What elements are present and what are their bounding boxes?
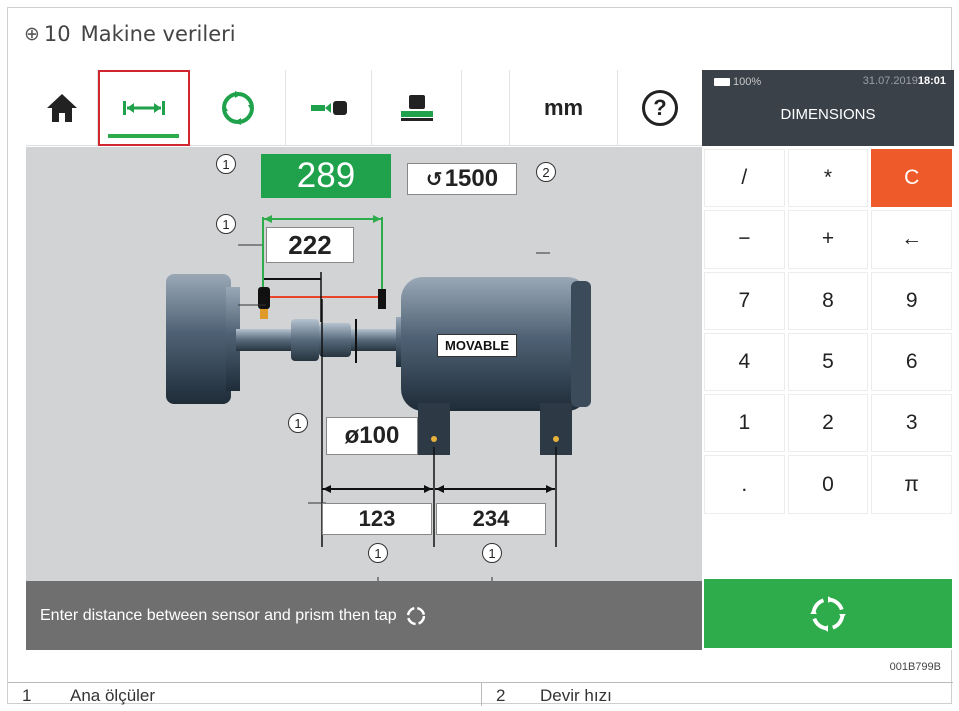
status-panel: 100% 31.07.201918:01 DIMENSIONS xyxy=(702,70,954,146)
key-4[interactable]: 4 xyxy=(704,332,785,392)
key-7[interactable]: 7 xyxy=(704,271,785,330)
key-backspace[interactable]: ← xyxy=(871,210,952,269)
measure-cycle-icon xyxy=(810,595,846,632)
callout-1: 1 xyxy=(288,413,308,433)
key-asterisk[interactable]: * xyxy=(787,149,869,208)
tab-dimensions[interactable] xyxy=(98,70,190,146)
home-icon xyxy=(46,94,77,122)
panel-title: DIMENSIONS xyxy=(780,106,876,123)
rpm-icon: ↺ xyxy=(425,168,443,191)
legend-number: 2 xyxy=(496,686,506,705)
home-button[interactable] xyxy=(26,70,98,146)
figure-icon: ⊕ xyxy=(24,23,40,45)
key-slash[interactable]: / xyxy=(704,149,785,208)
numeric-keypad: / * C − + ← 7 8 9 4 5 6 1 2 3 . 0 π xyxy=(702,147,954,577)
key-6[interactable]: 6 xyxy=(871,332,952,392)
help-button[interactable]: ? xyxy=(618,70,702,146)
legend-text: Devir hızı xyxy=(540,686,612,705)
measure-button[interactable] xyxy=(704,579,952,648)
measure-cycle-icon xyxy=(221,91,254,125)
movable-machine xyxy=(396,277,591,455)
instruction-bar: Enter distance between sensor and prism … xyxy=(26,581,702,650)
stationary-machine xyxy=(166,274,240,404)
callout-2: 2 xyxy=(536,162,556,182)
key-2[interactable]: 2 xyxy=(787,394,869,453)
key-3[interactable]: 3 xyxy=(871,394,952,453)
battery-indicator: 100% xyxy=(714,76,761,88)
coupling-right xyxy=(319,323,351,357)
rpm-value[interactable]: ↺ 1500 xyxy=(407,163,517,195)
battery-icon xyxy=(714,78,730,86)
legend-text: Ana ölçüler xyxy=(70,686,156,705)
instruction-text: Enter distance between sensor and prism … xyxy=(40,606,397,624)
tab-correction[interactable] xyxy=(372,70,462,146)
device-screen: mm ? 100% 31.07.201918:01 DIMENSIONS 289… xyxy=(26,70,954,650)
tab-measure[interactable] xyxy=(190,70,286,146)
key-plus[interactable]: + xyxy=(787,210,869,269)
sensor-coupling-value[interactable]: 222 xyxy=(266,227,354,263)
key-1[interactable]: 1 xyxy=(704,394,785,453)
tab-results[interactable] xyxy=(286,70,372,146)
coupling-foot-distance-value[interactable]: 123 xyxy=(322,503,432,535)
callout-1: 1 xyxy=(216,214,236,234)
foot-distance-value[interactable]: 234 xyxy=(436,503,546,535)
key-minus[interactable]: − xyxy=(704,210,785,269)
prism-device xyxy=(378,289,386,309)
callout-1: 1 xyxy=(216,154,236,174)
callout-1: 1 xyxy=(482,543,502,563)
dimensions-icon xyxy=(122,101,165,115)
coupling-left xyxy=(291,319,319,361)
key-9[interactable]: 9 xyxy=(871,271,952,330)
sensor-prism-distance-value[interactable]: 289 xyxy=(261,154,391,198)
time-text: 18:01 xyxy=(917,75,946,87)
legend-table: 1 Ana ölçüler 2 Devir hızı xyxy=(8,682,953,706)
machine-canvas: 289 ↺ 1500 222 MOVABLE ø100 123 234 1 2 … xyxy=(26,147,702,581)
correction-icon xyxy=(400,95,433,121)
key-decimal[interactable]: . xyxy=(704,455,785,514)
measure-cycle-icon xyxy=(406,606,425,625)
figure-title: ⊕ 10 Makine verileri xyxy=(24,22,236,46)
results-icon xyxy=(310,101,347,115)
help-icon: ? xyxy=(642,90,678,126)
figure-caption: Makine verileri xyxy=(80,22,236,46)
callout-1: 1 xyxy=(368,543,388,563)
key-5[interactable]: 5 xyxy=(787,332,869,392)
legend-number: 1 xyxy=(22,686,32,705)
figure-frame: ⊕ 10 Makine verileri mm ? 100% 31.07.201… xyxy=(7,7,954,706)
key-8[interactable]: 8 xyxy=(787,271,869,330)
key-clear[interactable]: C xyxy=(871,149,952,208)
unit-label: mm xyxy=(543,95,584,120)
battery-level: 100% xyxy=(733,76,762,88)
movable-label: MOVABLE xyxy=(437,334,518,357)
sensor-device xyxy=(258,287,270,309)
datetime: 31.07.201918:01 xyxy=(863,75,946,87)
date-text: 31.07.2019 xyxy=(862,75,918,87)
toolbar-spacer xyxy=(462,70,510,146)
figure-code: 001B799B xyxy=(889,661,941,673)
legend-divider xyxy=(481,683,482,706)
coupling-diameter-value[interactable]: ø100 xyxy=(326,417,418,455)
figure-number: 10 xyxy=(43,22,71,46)
rpm-text: 1500 xyxy=(444,165,499,192)
unit-button[interactable]: mm xyxy=(510,70,618,146)
key-0[interactable]: 0 xyxy=(787,455,869,514)
key-pi[interactable]: π xyxy=(871,455,952,514)
toolbar: mm ? xyxy=(26,70,702,146)
